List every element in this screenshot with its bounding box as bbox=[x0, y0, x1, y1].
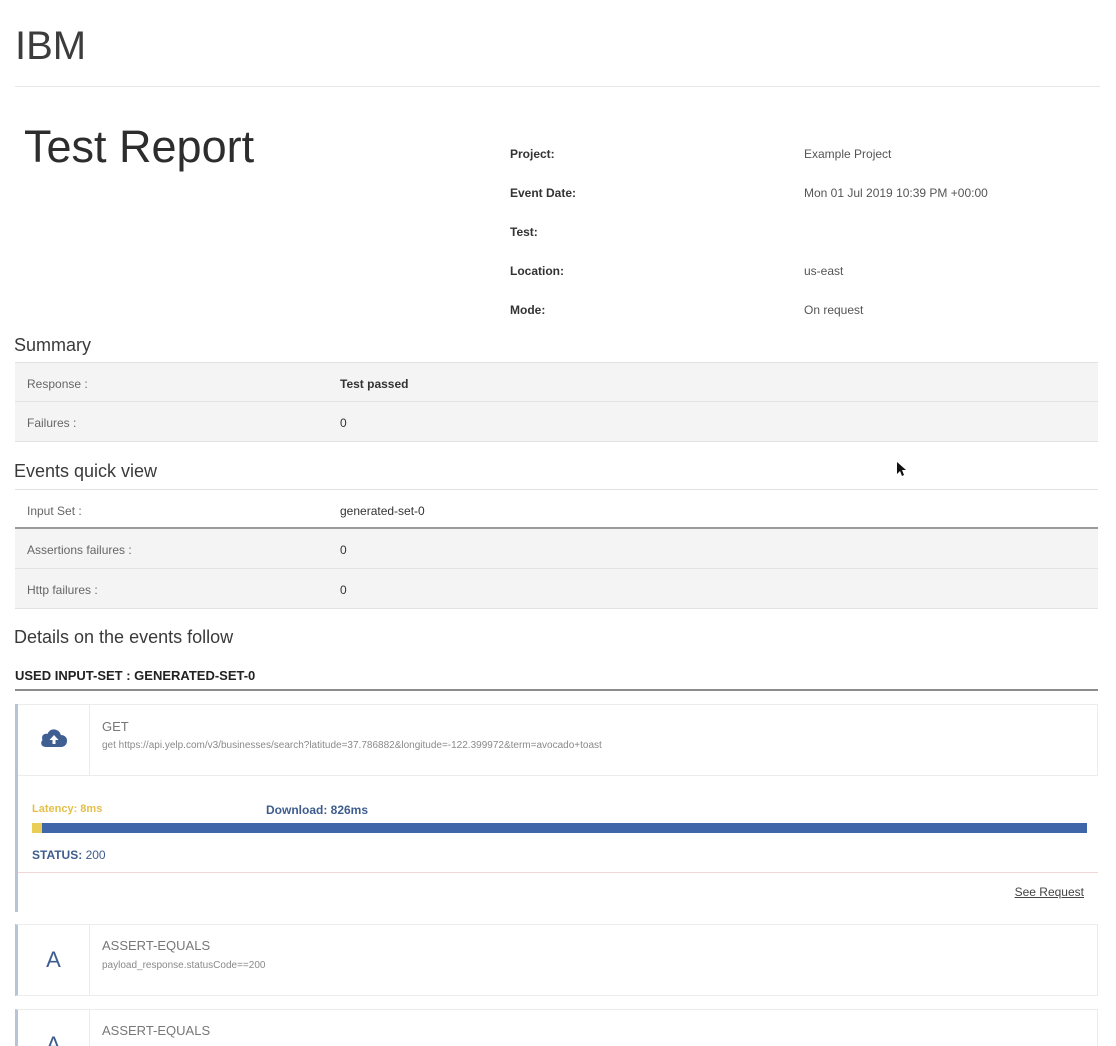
assertion-card: A ASSERT-EQUALS bbox=[15, 1009, 1098, 1046]
quick-view-heading: Events quick view bbox=[14, 461, 158, 481]
request-event-header: GET get https://api.yelp.com/v3/business… bbox=[18, 704, 1098, 776]
row-value: 0 bbox=[340, 416, 347, 430]
assertion-icon: A bbox=[18, 1010, 90, 1046]
cloud-upload-icon bbox=[39, 727, 69, 754]
meta-row-test: Test: bbox=[510, 218, 1090, 257]
summary-heading: Summary bbox=[14, 335, 92, 355]
row-value: Test passed bbox=[340, 377, 409, 391]
meta-key: Test: bbox=[510, 225, 538, 239]
table-row: Failures : 0 bbox=[15, 402, 1098, 442]
mouse-cursor-icon bbox=[897, 462, 907, 483]
page-title: Test Report bbox=[24, 121, 255, 172]
request-event-card: GET get https://api.yelp.com/v3/business… bbox=[15, 704, 1098, 912]
timing-bar bbox=[32, 823, 1087, 833]
assertion-card: A ASSERT-EQUALS payload_response.statusC… bbox=[15, 924, 1098, 996]
status-line: STATUS: 200 bbox=[32, 848, 106, 862]
used-input-set-heading: USED INPUT-SET : GENERATED-SET-0 bbox=[15, 668, 256, 683]
meta-value: On request bbox=[804, 303, 864, 317]
table-row: Http failures : 0 bbox=[15, 569, 1098, 609]
see-request-link[interactable]: See Request bbox=[1015, 885, 1084, 899]
assertion-detail: payload_response.statusCode==200 bbox=[102, 960, 266, 971]
status-label: STATUS: bbox=[32, 848, 83, 862]
row-value: 0 bbox=[340, 543, 347, 557]
download-bar bbox=[42, 823, 1087, 833]
meta-row-location: Location: us-east bbox=[510, 257, 1090, 296]
meta-row-event-date: Event Date: Mon 01 Jul 2019 10:39 PM +00… bbox=[510, 179, 1090, 218]
latency-label: Latency: 8ms bbox=[32, 803, 103, 815]
row-key: Http failures : bbox=[27, 583, 98, 597]
row-key: Failures : bbox=[27, 416, 77, 430]
meta-value: Mon 01 Jul 2019 10:39 PM +00:00 bbox=[804, 186, 988, 200]
meta-row-project: Project: Example Project bbox=[510, 140, 1090, 179]
assertion-type: ASSERT-EQUALS bbox=[102, 1023, 211, 1038]
report-metadata: Project: Example Project Event Date: Mon… bbox=[510, 140, 1090, 335]
timing-divider bbox=[18, 872, 1098, 873]
table-row: Assertions failures : 0 bbox=[15, 529, 1098, 569]
assertion-type: ASSERT-EQUALS bbox=[102, 938, 211, 953]
request-timing: Latency: 8ms Download: 826ms STATUS: 200… bbox=[18, 776, 1098, 914]
row-key: Assertions failures : bbox=[27, 543, 132, 557]
table-row: Response : Test passed bbox=[15, 362, 1098, 402]
status-code: 200 bbox=[85, 848, 106, 862]
row-value: generated-set-0 bbox=[340, 504, 425, 518]
table-row: Input Set : generated-set-0 bbox=[15, 489, 1098, 529]
used-input-set-divider bbox=[15, 689, 1098, 691]
request-url: get https://api.yelp.com/v3/businesses/s… bbox=[102, 740, 602, 751]
meta-value: us-east bbox=[804, 264, 844, 278]
row-key: Input Set : bbox=[27, 504, 82, 518]
assertion-icon: A bbox=[18, 925, 90, 995]
header-divider bbox=[15, 86, 1100, 87]
row-value: 0 bbox=[340, 583, 347, 597]
download-label: Download: 826ms bbox=[266, 803, 369, 817]
request-method: GET bbox=[102, 719, 129, 734]
quick-view-table: Input Set : generated-set-0 Assertions f… bbox=[15, 489, 1098, 609]
meta-row-mode: Mode: On request bbox=[510, 296, 1090, 335]
brand-logo-text: IBM bbox=[15, 24, 87, 68]
details-heading: Details on the events follow bbox=[14, 627, 234, 647]
latency-bar bbox=[32, 823, 42, 833]
request-icon-box bbox=[18, 705, 90, 775]
meta-key: Location: bbox=[510, 264, 564, 278]
meta-key: Mode: bbox=[510, 303, 546, 317]
meta-value: Example Project bbox=[804, 147, 892, 161]
meta-key: Project: bbox=[510, 147, 555, 161]
meta-key: Event Date: bbox=[510, 186, 577, 200]
summary-table: Response : Test passed Failures : 0 bbox=[15, 362, 1098, 442]
row-key: Response : bbox=[27, 377, 88, 391]
